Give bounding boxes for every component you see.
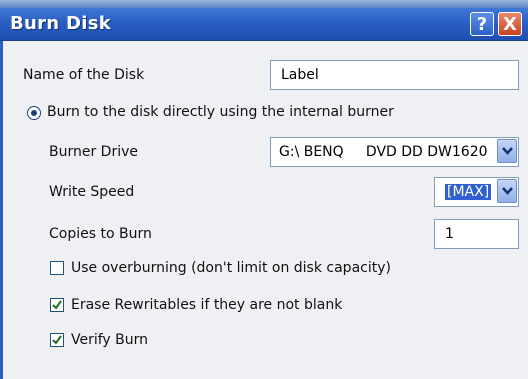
write-speed-value: [MAX] (445, 184, 492, 200)
burner-drive-value: G:\ BENQ DVD DD DW1620 (279, 144, 488, 160)
burner-drive-select[interactable]: G:\ BENQ DVD DD DW1620 (270, 137, 519, 167)
write-speed-label: Write Speed (49, 184, 135, 200)
chevron-down-icon[interactable] (497, 179, 517, 203)
title-bar[interactable]: Burn Disk ? X (0, 8, 528, 41)
write-speed-select[interactable]: [MAX] (434, 177, 519, 207)
erase-rewritables-label: Erase Rewritables if they are not blank (71, 297, 343, 313)
erase-rewritables-checkbox[interactable] (50, 298, 64, 312)
help-button[interactable]: ? (470, 12, 494, 36)
copies-value: 1 (445, 226, 454, 242)
radio-selected-dot (31, 110, 37, 116)
verify-burn-checkbox[interactable] (50, 333, 64, 347)
disk-name-value: Label (281, 67, 319, 83)
burner-drive-label: Burner Drive (49, 144, 139, 160)
verify-burn-label: Verify Burn (71, 332, 149, 348)
burn-direct-label: Burn to the disk directly using the inte… (47, 104, 394, 120)
copies-label: Copies to Burn (49, 226, 152, 242)
burn-direct-radio[interactable] (27, 106, 41, 120)
close-icon: X (503, 14, 517, 35)
disk-name-label: Name of the Disk (23, 67, 145, 83)
dialog-body: Name of the Disk Label Burn to the disk … (0, 41, 528, 379)
window-top-edge (0, 0, 528, 8)
close-button[interactable]: X (498, 12, 522, 36)
checkmark-icon (52, 335, 62, 345)
overburn-checkbox[interactable] (50, 261, 64, 275)
help-icon: ? (476, 14, 488, 35)
overburn-label: Use overburning (don't limit on disk cap… (71, 260, 391, 276)
disk-name-input[interactable]: Label (270, 60, 519, 90)
write-speed-value-wrap: [MAX] (445, 178, 492, 206)
burn-disk-dialog: Burn Disk ? X Name of the Disk Label Bur… (0, 0, 528, 379)
copies-input[interactable]: 1 (434, 219, 519, 249)
checkmark-icon (52, 300, 62, 310)
window-title: Burn Disk (10, 13, 111, 34)
chevron-down-icon[interactable] (497, 139, 517, 163)
